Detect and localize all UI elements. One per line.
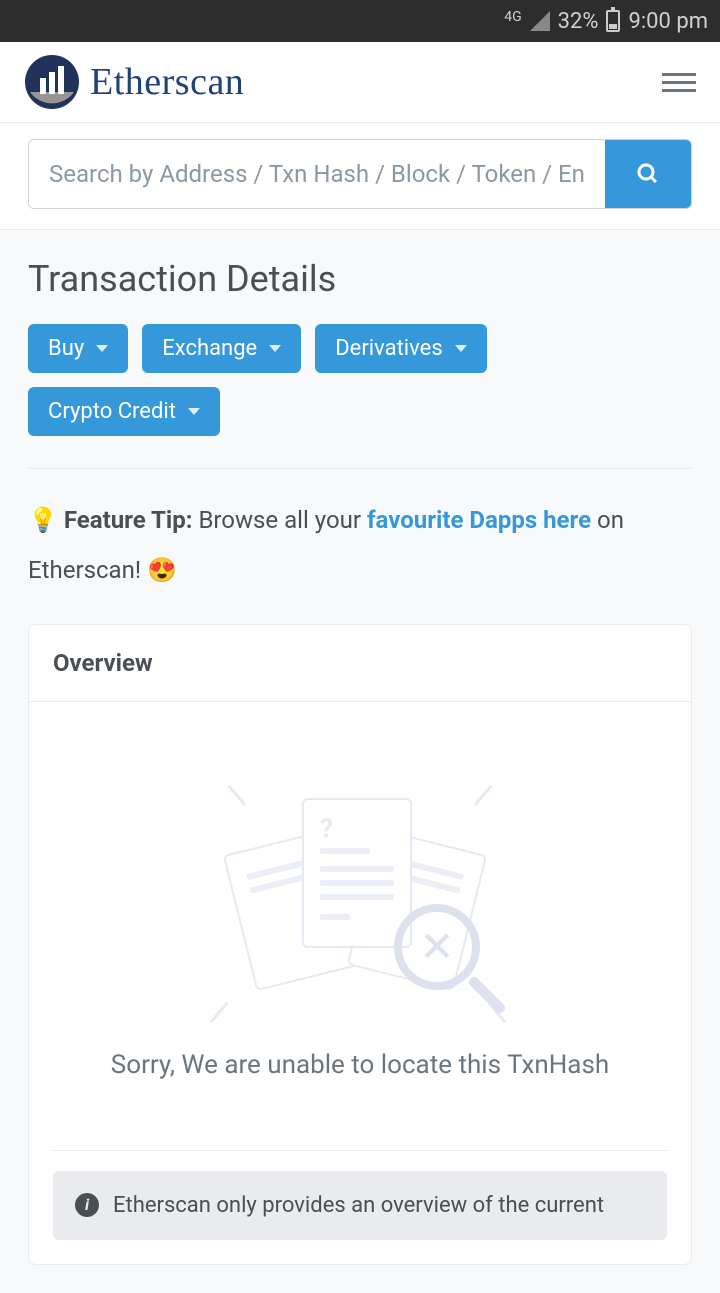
tip-pre: Browse all your [198, 506, 361, 534]
empty-state-text: Sorry, We are unable to locate this TxnH… [53, 1050, 667, 1080]
pill-buy[interactable]: Buy [28, 324, 128, 373]
footnote-box: i Etherscan only provides an overview of… [53, 1171, 667, 1240]
tip-label: Feature Tip: [64, 506, 193, 534]
search-icon [636, 162, 660, 186]
info-icon: i [75, 1193, 99, 1217]
android-status-bar: 4G 32% 9:00 pm [0, 0, 720, 42]
pill-derivatives[interactable]: Derivatives [315, 324, 486, 373]
pill-exchange[interactable]: Exchange [142, 324, 301, 373]
divider [53, 1150, 667, 1151]
chevron-down-icon [455, 345, 467, 352]
search-input[interactable] [29, 140, 605, 208]
page-title: Transaction Details [28, 258, 692, 300]
tip-link[interactable]: favourite Dapps here [367, 506, 591, 534]
card-header: Overview [29, 625, 691, 702]
etherscan-logo-icon [24, 54, 80, 110]
battery-percent: 32% [558, 9, 599, 34]
brand-logo[interactable]: Etherscan [24, 54, 244, 110]
divider [28, 468, 692, 469]
menu-button[interactable] [662, 73, 696, 92]
not-found-illustration: ? ✕ [230, 790, 490, 1010]
emoji-icon: 😍 [147, 556, 177, 584]
search-button[interactable] [605, 140, 691, 208]
search-bar [0, 123, 720, 230]
network-indicator: 4G [504, 9, 521, 25]
footnote-text: Etherscan only provides an overview of t… [113, 1193, 604, 1218]
pill-label: Derivatives [335, 336, 442, 361]
feature-tip: 💡 Feature Tip: Browse all your favourite… [28, 495, 692, 596]
bulb-icon: 💡 [28, 506, 58, 534]
app-header: Etherscan [0, 42, 720, 123]
pill-label: Buy [48, 336, 84, 361]
action-pills: Buy Exchange Derivatives Crypto Credit [28, 324, 692, 436]
brand-name: Etherscan [90, 60, 244, 104]
signal-icon [530, 11, 550, 31]
chevron-down-icon [188, 408, 200, 415]
overview-card: Overview ? ✕ Sorry, We are unable to loc… [28, 624, 692, 1265]
status-time: 9:00 pm [628, 9, 708, 34]
chevron-down-icon [269, 345, 281, 352]
pill-label: Crypto Credit [48, 399, 176, 424]
pill-label: Exchange [162, 336, 257, 361]
pill-crypto-credit[interactable]: Crypto Credit [28, 387, 220, 436]
magnifier-x-icon: ✕ [394, 904, 480, 990]
chevron-down-icon [96, 345, 108, 352]
battery-icon [606, 10, 620, 32]
